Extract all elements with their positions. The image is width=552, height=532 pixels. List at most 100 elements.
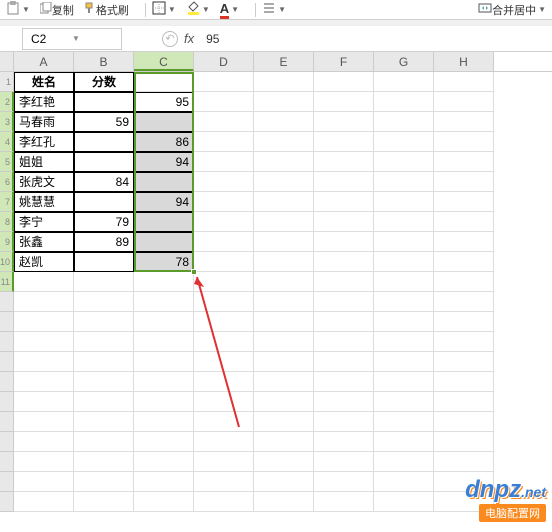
cell[interactable] (14, 412, 74, 432)
cell[interactable] (434, 72, 494, 92)
cell[interactable] (194, 492, 254, 512)
cell[interactable] (14, 372, 74, 392)
row-header[interactable]: 2 (0, 92, 14, 112)
cell[interactable]: 李红艳 (14, 92, 74, 112)
cell[interactable] (254, 292, 314, 312)
cell[interactable] (254, 92, 314, 112)
cell[interactable] (374, 452, 434, 472)
cell[interactable]: 赵凯 (14, 252, 74, 272)
cell[interactable] (194, 232, 254, 252)
cell[interactable] (134, 72, 194, 92)
cell[interactable] (254, 492, 314, 512)
column-header[interactable]: A (14, 52, 74, 71)
cell[interactable] (314, 272, 374, 292)
cell[interactable] (434, 352, 494, 372)
cell[interactable] (74, 152, 134, 172)
cell[interactable] (434, 292, 494, 312)
cell[interactable] (194, 312, 254, 332)
row-header[interactable]: 10 (0, 252, 14, 272)
row-header[interactable]: 6 (0, 172, 14, 192)
formula-value[interactable]: 95 (206, 32, 219, 46)
cell[interactable] (134, 352, 194, 372)
cell[interactable] (374, 372, 434, 392)
cell[interactable]: 分数 (74, 72, 134, 92)
column-header[interactable]: B (74, 52, 134, 71)
column-header[interactable]: G (374, 52, 434, 71)
align-button[interactable]: ▼ (262, 1, 286, 18)
cell[interactable] (374, 212, 434, 232)
row-header[interactable]: 4 (0, 132, 14, 152)
cell[interactable] (314, 292, 374, 312)
cell[interactable] (194, 272, 254, 292)
cell[interactable] (374, 152, 434, 172)
cell[interactable] (374, 172, 434, 192)
fill-handle[interactable] (191, 269, 197, 275)
cell[interactable] (194, 292, 254, 312)
column-header[interactable]: F (314, 52, 374, 71)
cell[interactable] (254, 432, 314, 452)
cell[interactable] (14, 312, 74, 332)
row-header[interactable]: 9 (0, 232, 14, 252)
row-header[interactable] (0, 412, 14, 432)
cell[interactable] (194, 392, 254, 412)
cell[interactable] (14, 432, 74, 452)
cell[interactable] (314, 72, 374, 92)
cell[interactable] (314, 332, 374, 352)
row-header[interactable] (0, 292, 14, 312)
cell[interactable] (254, 172, 314, 192)
row-header[interactable]: 11 (0, 272, 14, 292)
row-header[interactable]: 5 (0, 152, 14, 172)
cell[interactable] (74, 292, 134, 312)
select-all-corner[interactable] (0, 52, 14, 71)
cell[interactable] (74, 252, 134, 272)
cell[interactable]: 86 (134, 132, 194, 152)
column-header[interactable]: C (134, 52, 194, 71)
cell[interactable] (254, 392, 314, 412)
cell[interactable]: 95 (134, 92, 194, 112)
font-color-button[interactable]: A ▼ (220, 1, 239, 19)
cell[interactable] (374, 272, 434, 292)
cell[interactable] (434, 132, 494, 152)
cell[interactable] (434, 152, 494, 172)
cell[interactable] (194, 132, 254, 152)
format-painter-button[interactable]: 格式刷 (84, 2, 129, 18)
row-header[interactable] (0, 472, 14, 492)
cell[interactable] (74, 452, 134, 472)
cell[interactable] (314, 152, 374, 172)
row-header[interactable]: 3 (0, 112, 14, 132)
cell[interactable] (434, 372, 494, 392)
cell[interactable] (314, 132, 374, 152)
cell[interactable] (314, 352, 374, 372)
name-box[interactable]: C2 ▼ (22, 28, 122, 50)
cell[interactable]: 姐姐 (14, 152, 74, 172)
cell[interactable] (374, 112, 434, 132)
cell[interactable] (74, 432, 134, 452)
border-button[interactable]: ▼ (152, 1, 176, 18)
row-header[interactable] (0, 392, 14, 412)
cell[interactable] (434, 212, 494, 232)
cell[interactable] (74, 92, 134, 112)
cell[interactable] (314, 392, 374, 412)
cell[interactable] (254, 332, 314, 352)
cell[interactable] (374, 432, 434, 452)
fx-icon[interactable]: fx (184, 31, 194, 46)
cell[interactable] (74, 412, 134, 432)
cell[interactable] (194, 172, 254, 192)
cell[interactable] (434, 312, 494, 332)
cell[interactable] (254, 192, 314, 212)
cell[interactable] (314, 312, 374, 332)
cell[interactable] (194, 92, 254, 112)
cell[interactable] (374, 252, 434, 272)
cell[interactable] (194, 332, 254, 352)
cell[interactable] (434, 192, 494, 212)
cell[interactable] (254, 412, 314, 432)
row-header[interactable]: 7 (0, 192, 14, 212)
cancel-formula-icon[interactable]: ↶ (162, 31, 178, 47)
cell[interactable] (314, 232, 374, 252)
cell[interactable] (134, 392, 194, 412)
cell[interactable] (134, 112, 194, 132)
cell[interactable]: 94 (134, 192, 194, 212)
cell[interactable] (134, 332, 194, 352)
cell[interactable] (194, 452, 254, 472)
cell[interactable] (194, 412, 254, 432)
